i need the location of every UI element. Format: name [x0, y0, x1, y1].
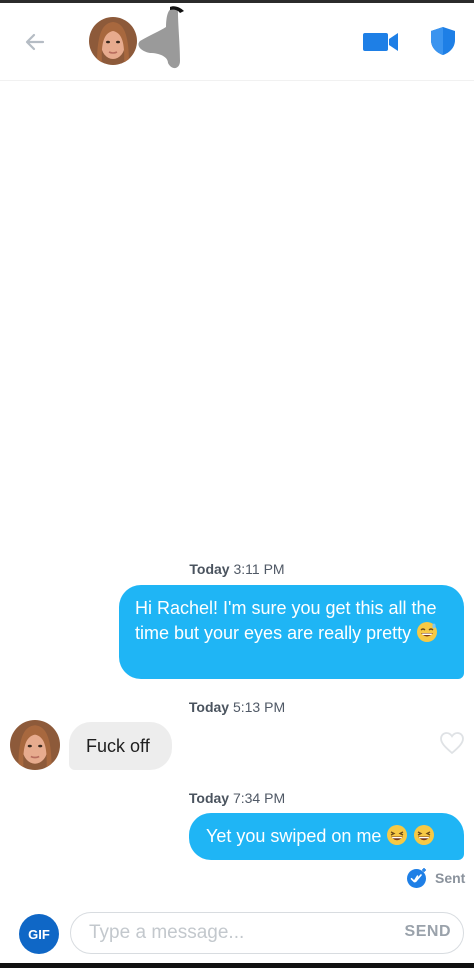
timestamp-time: 3:11 PM — [233, 561, 285, 577]
timestamp-time: 5:13 PM — [232, 699, 286, 715]
laughing-emoji-icon — [387, 825, 408, 845]
outgoing-message-bubble[interactable]: Yet you swiped on me — [189, 813, 464, 860]
message-timestamp: Today 7:34 PM — [0, 790, 474, 806]
outgoing-message-bubble[interactable]: Hi Rachel! I'm sure you get this all the… — [119, 585, 464, 679]
message-timestamp: Today 3:11 PM — [0, 561, 474, 577]
grinning-sweat-emoji-icon — [417, 622, 438, 642]
message-composer: SEND — [70, 912, 464, 954]
message-input[interactable] — [89, 913, 379, 953]
system-nav-bar — [0, 963, 474, 968]
timestamp-day: Today — [188, 699, 230, 715]
redacted-name — [138, 6, 184, 69]
message-text: Hi Rachel! I'm sure you get this all the… — [135, 598, 437, 643]
incoming-message-bubble[interactable]: Fuck off — [69, 722, 172, 770]
match-avatar[interactable] — [89, 17, 137, 65]
video-camera-icon — [363, 33, 398, 51]
heart-icon — [440, 732, 464, 755]
video-call-button[interactable] — [361, 29, 401, 55]
timestamp-day: Today — [188, 790, 230, 806]
message-timestamp: Today 5:13 PM — [0, 699, 474, 715]
delivery-status: Sent — [406, 866, 465, 890]
back-button[interactable] — [20, 27, 50, 57]
sent-check-icon — [407, 868, 426, 888]
gif-button[interactable]: GIF — [19, 914, 59, 954]
profile-photo — [10, 720, 60, 770]
laughing-emoji-icon — [414, 825, 435, 845]
message-text: Fuck off — [86, 736, 150, 756]
shield-icon — [431, 27, 455, 55]
send-button[interactable]: SEND — [405, 923, 451, 941]
timestamp-day: Today — [189, 561, 230, 577]
gif-label: GIF — [28, 926, 50, 942]
message-text: Yet you swiped on me — [206, 826, 382, 846]
arrow-left-icon — [25, 33, 45, 51]
like-message-button[interactable] — [439, 731, 465, 755]
safety-button[interactable] — [428, 25, 458, 57]
sender-avatar[interactable] — [10, 720, 60, 770]
chat-header — [0, 3, 474, 81]
profile-photo — [89, 17, 137, 65]
timestamp-time: 7:34 PM — [232, 790, 286, 806]
sent-label: Sent — [435, 870, 466, 886]
